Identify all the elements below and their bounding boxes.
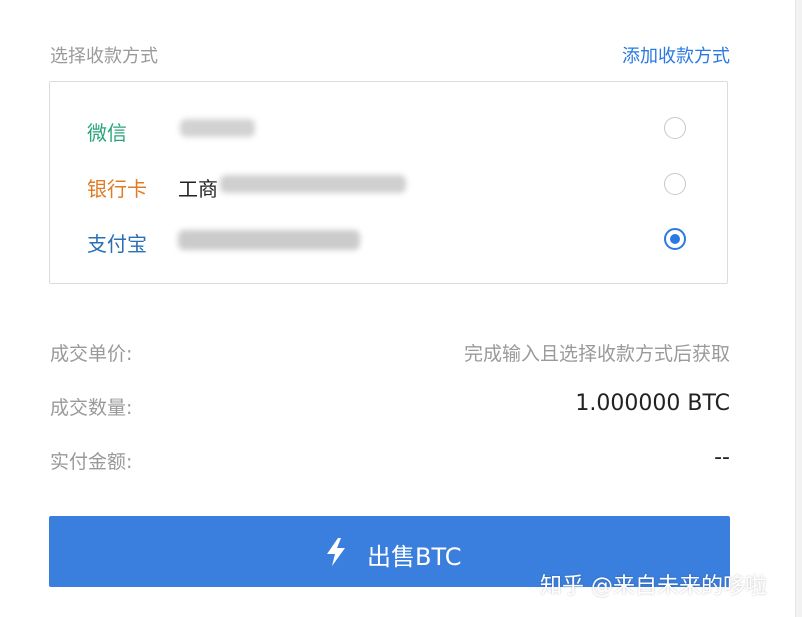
radio-alipay[interactable] [664,228,686,250]
radio-bankcard[interactable] [664,173,686,195]
payment-option-bankcard[interactable]: 银行卡 工商 [50,165,727,205]
payment-option-name: 银行卡 [87,177,147,201]
payment-method-section-label: 选择收款方式 [50,46,158,67]
price-row: 成交单价: 完成输入且选择收款方式后获取 [50,339,730,369]
price-value: 完成输入且选择收款方式后获取 [463,343,730,365]
redaction-blur [178,230,360,250]
quantity-row: 成交数量: 1.000000 BTC [50,391,730,423]
amount-label: 实付金额: [50,451,133,473]
redaction-blur [180,119,255,137]
amount-row: 实付金额: -- [50,445,730,477]
payment-option-name: 微信 [87,121,127,145]
radio-wechat[interactable] [664,117,686,139]
lightning-icon [327,538,345,566]
sell-button-label: 出售BTC [367,543,462,571]
quantity-value: 1.000000 BTC [575,391,730,416]
quantity-label: 成交数量: [50,397,133,419]
payment-method-list: 微信 银行卡 工商 支付宝 [49,81,728,284]
watermark-text: 知乎 @来自未来的哆啦 [540,574,767,599]
price-label: 成交单价: [50,343,133,365]
amount-value: -- [714,445,730,470]
payment-option-alipay[interactable]: 支付宝 [50,220,727,260]
payment-option-wechat[interactable]: 微信 [50,109,727,149]
add-payment-method-link[interactable]: 添加收款方式 [622,42,730,68]
payment-account-text: 工商 [178,177,218,201]
payment-option-name: 支付宝 [87,232,147,256]
redaction-blur [220,175,406,193]
scrollbar-track[interactable] [795,0,802,617]
